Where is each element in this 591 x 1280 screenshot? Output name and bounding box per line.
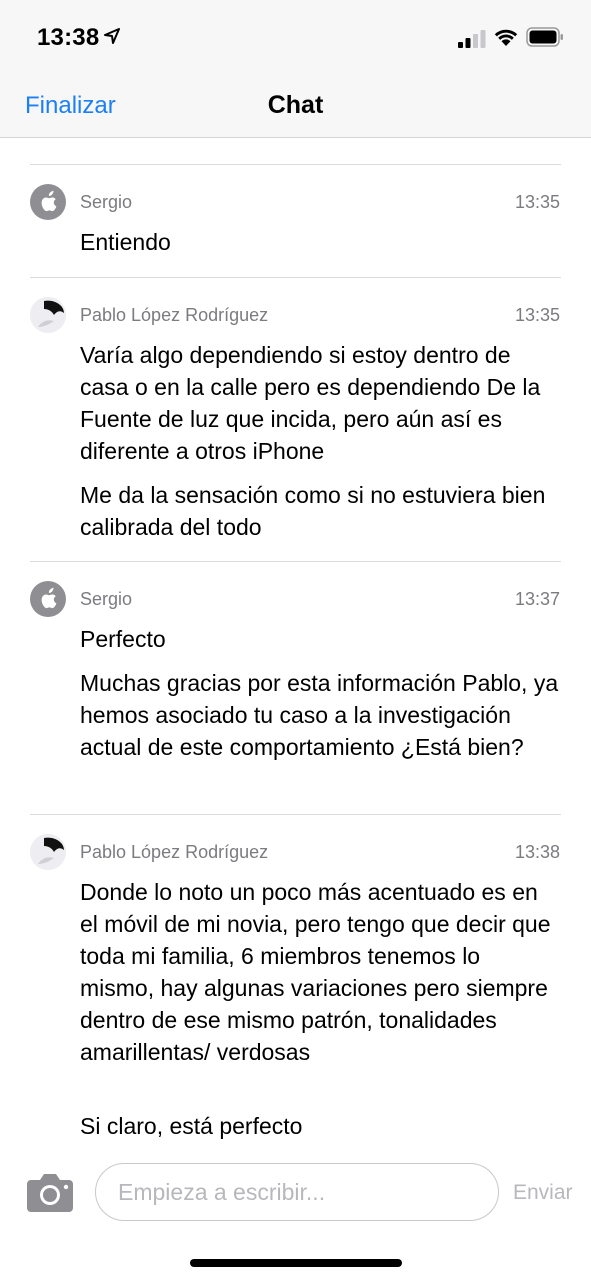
message-text: Varía algo dependiendo si estoy dentro d… <box>80 342 541 464</box>
message-time: 13:35 <box>514 192 560 212</box>
cellular-signal-icon <box>458 30 486 48</box>
message-text: Donde lo noto un poco más acentuado es e… <box>80 879 551 1065</box>
wifi-icon <box>494 29 518 46</box>
battery-icon <box>526 27 563 47</box>
divider <box>30 277 561 278</box>
top-bar: 13:38 Finalizar Chat <box>0 0 591 138</box>
location-arrow-icon <box>104 28 120 44</box>
user-avatar <box>30 834 66 870</box>
apple-logo-icon <box>30 581 66 617</box>
message-input[interactable] <box>118 1176 478 1208</box>
message-text: Si claro, está perfecto <box>80 1113 303 1139</box>
message-input-wrapper <box>95 1163 499 1221</box>
send-button[interactable]: Enviar <box>513 1181 573 1205</box>
navigation-bar: Finalizar Chat <box>0 76 591 136</box>
message-text: Muchas gracias por esta información Pabl… <box>80 670 559 760</box>
divider <box>30 561 561 562</box>
home-indicator[interactable] <box>190 1259 402 1267</box>
sender-name: Pablo López Rodríguez <box>80 305 269 325</box>
camera-icon[interactable] <box>25 1170 75 1214</box>
message-text: Me da la sensación como si no estuviera … <box>80 482 546 540</box>
page-title: Chat <box>267 91 324 119</box>
sender-name: Sergio <box>80 589 133 609</box>
message-text: Perfecto <box>80 626 166 652</box>
status-bar: 13:38 <box>0 0 591 76</box>
user-avatar <box>30 297 66 333</box>
message-time: 13:35 <box>514 305 560 325</box>
message-composer: Enviar <box>0 1148 591 1280</box>
apple-logo-icon <box>30 184 66 220</box>
message-time: 13:37 <box>514 589 560 609</box>
status-time: 13:38 <box>37 24 100 51</box>
divider <box>30 164 561 165</box>
message-text: Entiendo <box>80 229 171 255</box>
divider <box>30 814 561 815</box>
sender-name: Pablo López Rodríguez <box>80 842 269 862</box>
chat-transcript[interactable]: Sergio 13:35 Entiendo Pablo López Rodríg… <box>0 138 591 1148</box>
sender-name: Sergio <box>80 192 133 212</box>
message-time: 13:38 <box>514 842 560 862</box>
